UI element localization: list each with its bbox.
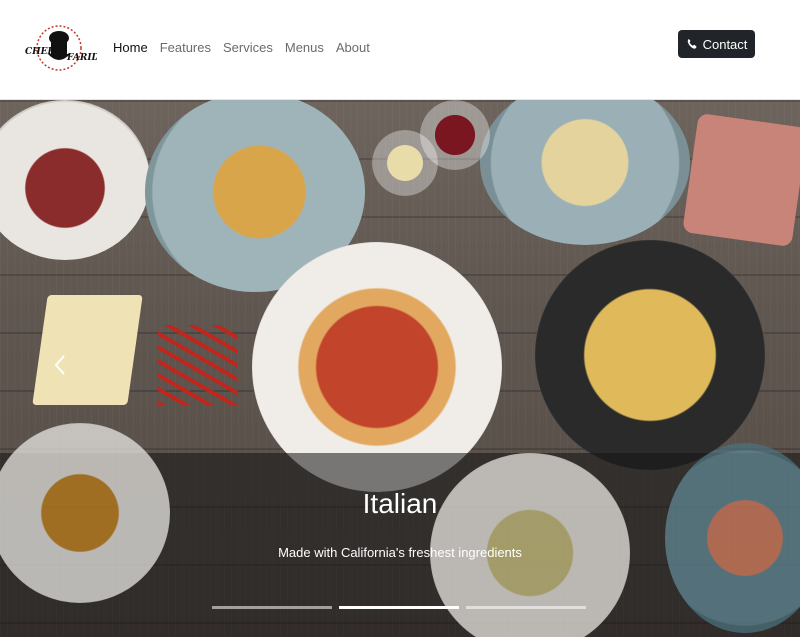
logo-text-bottom: FARID [66, 53, 97, 63]
slide-title: Italian [362, 488, 438, 519]
nav-features[interactable]: Features [160, 40, 211, 55]
carousel-indicator[interactable] [466, 606, 586, 609]
carousel-indicators [212, 606, 586, 609]
chef-farid-logo[interactable]: CHEF FARID [21, 20, 97, 76]
phone-icon [687, 38, 697, 49]
navbar: CHEF FARID Home Features Services Menus … [0, 0, 800, 100]
carousel-indicator[interactable] [212, 606, 332, 609]
chevron-left-icon[interactable] [50, 350, 70, 380]
contact-label: Contact [702, 36, 748, 52]
bacon-slab [682, 112, 800, 248]
chili-peppers [158, 325, 238, 405]
nav-services[interactable]: Services [223, 40, 273, 55]
nav-menus[interactable]: Menus [285, 40, 324, 55]
salmon-salad-plate [665, 443, 800, 633]
white-wine-glass [372, 130, 438, 196]
spaghetti-pan [535, 240, 765, 470]
nav-about[interactable]: About [336, 40, 370, 55]
cheese-wedge [32, 295, 143, 405]
contact-button[interactable]: Contact [678, 30, 755, 58]
logo-text-top: CHEF [25, 47, 55, 57]
nav-links: Home Features Services Menus About [113, 40, 382, 55]
slide-caption: Made with California's freshest ingredie… [278, 545, 522, 560]
carousel-indicator[interactable] [339, 606, 459, 609]
nav-home[interactable]: Home [113, 40, 148, 55]
